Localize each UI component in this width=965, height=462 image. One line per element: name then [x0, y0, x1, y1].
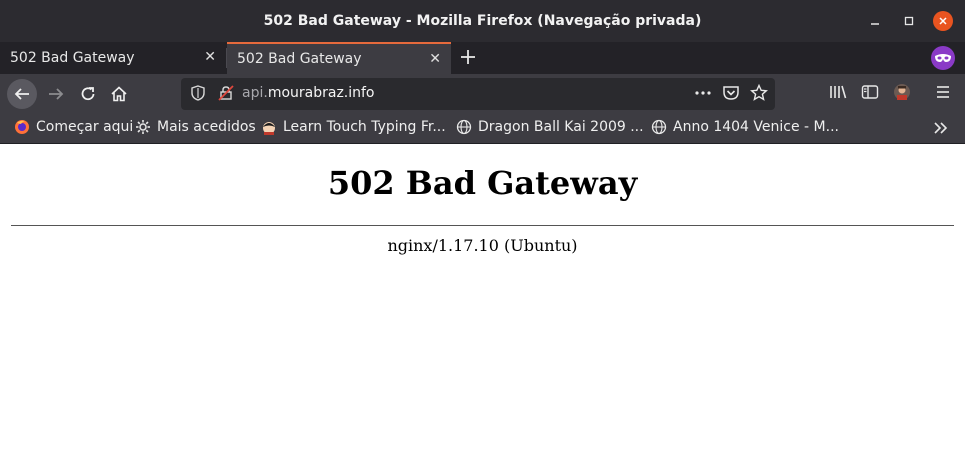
bookmarks-overflow-button[interactable]: [933, 121, 949, 135]
pocket-icon[interactable]: [722, 84, 740, 106]
bookmark-label: Learn Touch Typing Fr...: [283, 119, 446, 135]
new-tab-button[interactable]: [456, 45, 480, 69]
typing-club-icon: [261, 119, 277, 135]
arrow-right-icon: [49, 88, 64, 100]
navigation-toolbar: api.mourabraz.info: [0, 74, 965, 114]
tab-label: 502 Bad Gateway: [10, 50, 135, 66]
minimize-icon: [871, 23, 879, 25]
tab-1[interactable]: 502 Bad Gateway ✕: [0, 42, 226, 74]
gear-icon: [135, 119, 151, 135]
divider: [11, 225, 954, 226]
firefox-icon: [14, 119, 30, 135]
maximize-icon: [904, 16, 914, 26]
reload-icon: [81, 87, 95, 101]
bookmark-comecar-aqui[interactable]: Começar aqui: [14, 119, 133, 135]
close-tab-icon[interactable]: ✕: [429, 51, 441, 67]
bookmark-learn-touch-typing[interactable]: Learn Touch Typing Fr...: [261, 119, 446, 135]
error-heading: 502 Bad Gateway: [327, 164, 638, 202]
url-subdomain: api.: [242, 85, 268, 101]
window-titlebar: 502 Bad Gateway - Mozilla Firefox (Naveg…: [0, 0, 965, 42]
window-title: 502 Bad Gateway - Mozilla Firefox (Naveg…: [263, 13, 702, 29]
close-window-button[interactable]: [933, 11, 953, 31]
tab-label: 502 Bad Gateway: [237, 51, 362, 67]
sidebar-icon[interactable]: [861, 83, 879, 105]
server-signature: nginx/1.17.10 (Ubuntu): [387, 236, 578, 255]
bookmark-anno-1404[interactable]: Anno 1404 Venice - M...: [651, 119, 839, 135]
reload-button[interactable]: [74, 80, 102, 108]
page-actions-icon[interactable]: [694, 84, 712, 106]
bookmark-label: Anno 1404 Venice - M...: [673, 119, 839, 135]
extension-avatar-icon[interactable]: [893, 83, 911, 105]
page-content: 502 Bad Gateway nginx/1.17.10 (Ubuntu): [0, 144, 965, 462]
bookmark-label: Dragon Ball Kai 2009 ...: [478, 119, 644, 135]
globe-icon: [456, 119, 472, 135]
forward-button[interactable]: [42, 80, 70, 108]
minimize-button[interactable]: [865, 11, 885, 31]
url-domain: mourabraz.info: [267, 85, 375, 101]
mask-icon: [935, 54, 951, 62]
bookmark-label: Começar aqui: [36, 119, 134, 135]
url-bar[interactable]: api.mourabraz.info: [181, 78, 775, 110]
plus-icon: [461, 50, 475, 64]
back-button[interactable]: [7, 79, 37, 109]
bookmark-mais-acedidos[interactable]: Mais acedidos: [135, 119, 256, 135]
url-text[interactable]: api.mourabraz.info: [242, 85, 375, 101]
maximize-button[interactable]: [899, 11, 919, 31]
bookmark-star-icon[interactable]: [750, 83, 768, 106]
home-icon: [111, 86, 127, 102]
bookmark-dragon-ball-kai[interactable]: Dragon Ball Kai 2009 ...: [456, 119, 644, 135]
arrow-left-icon: [14, 88, 29, 100]
home-button[interactable]: [105, 80, 133, 108]
tab-2-active[interactable]: 502 Bad Gateway ✕: [227, 42, 451, 74]
menu-icon[interactable]: [934, 83, 952, 105]
close-icon: [939, 17, 947, 25]
bookmarks-toolbar: Começar aqui Mais acedidos Learn Touch T…: [0, 114, 965, 144]
close-tab-icon[interactable]: ✕: [204, 49, 216, 65]
chevron-double-right-icon: [934, 122, 948, 134]
private-browsing-icon: [931, 46, 955, 70]
library-icon[interactable]: [829, 83, 847, 105]
globe-icon: [651, 119, 667, 135]
tracking-protection-icon[interactable]: [191, 85, 205, 105]
tab-bar: 502 Bad Gateway ✕ 502 Bad Gateway ✕: [0, 42, 965, 74]
insecure-lock-icon[interactable]: [218, 85, 234, 105]
bookmark-label: Mais acedidos: [157, 119, 256, 135]
